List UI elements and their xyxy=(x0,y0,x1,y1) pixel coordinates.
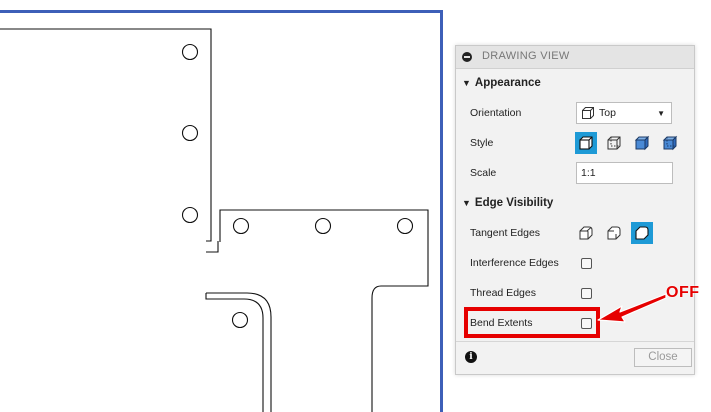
edge-visibility-section-header[interactable]: ▼ Edge Visibility xyxy=(462,197,553,209)
collapse-triangle-icon: ▼ xyxy=(462,78,471,88)
scale-input[interactable]: 1:1 xyxy=(576,162,673,184)
style-hidden-edges-button[interactable] xyxy=(603,132,625,154)
short-tangent-icon xyxy=(607,226,621,240)
top-view-cube-icon xyxy=(581,106,595,125)
orientation-dropdown[interactable]: Top ▼ xyxy=(576,102,672,124)
style-visible-edges-button[interactable] xyxy=(575,132,597,154)
shaded-hidden-edges-icon xyxy=(662,135,678,151)
close-button[interactable]: Close xyxy=(634,348,692,367)
bend-extents-highlight xyxy=(464,307,600,338)
no-tangent-icon xyxy=(635,226,649,240)
collapse-panel-icon[interactable] xyxy=(462,52,472,62)
tangent-off-button[interactable] xyxy=(631,222,653,244)
appearance-heading: Appearance xyxy=(474,77,541,89)
tangent-full-length-button[interactable] xyxy=(575,222,597,244)
interference-edges-label: Interference Edges xyxy=(470,257,559,269)
full-length-tangent-icon xyxy=(579,226,593,240)
info-icon[interactable]: i xyxy=(465,351,477,363)
appearance-section-header[interactable]: ▼ Appearance xyxy=(462,77,541,89)
thread-edges-label: Thread Edges xyxy=(470,287,536,299)
footer-divider xyxy=(456,341,694,342)
collapse-triangle-icon: ▼ xyxy=(462,198,471,208)
tangent-short-button[interactable] xyxy=(603,222,625,244)
style-label: Style xyxy=(470,137,494,149)
style-shaded-hidden-button[interactable] xyxy=(659,132,681,154)
chevron-down-icon: ▼ xyxy=(657,109,665,118)
off-annotation-label: OFF xyxy=(666,284,700,301)
drawing-canvas[interactable] xyxy=(0,0,446,412)
scale-label: Scale xyxy=(470,167,497,179)
panel-header: DRAWING VIEW xyxy=(456,46,694,69)
visible-edges-icon xyxy=(579,136,593,150)
style-shaded-button[interactable] xyxy=(631,132,653,154)
red-arrow-annotation xyxy=(597,293,667,323)
visible-and-hidden-edges-icon xyxy=(607,136,621,150)
shaded-icon xyxy=(634,135,650,151)
thread-edges-checkbox[interactable] xyxy=(581,288,592,299)
interference-edges-checkbox[interactable] xyxy=(581,258,592,269)
viewport-border xyxy=(0,10,443,412)
orientation-value: Top xyxy=(599,107,616,119)
panel-title: DRAWING VIEW xyxy=(482,50,570,62)
orientation-label: Orientation xyxy=(470,107,522,119)
tangent-edges-label: Tangent Edges xyxy=(470,227,541,239)
edge-visibility-heading: Edge Visibility xyxy=(474,197,554,209)
